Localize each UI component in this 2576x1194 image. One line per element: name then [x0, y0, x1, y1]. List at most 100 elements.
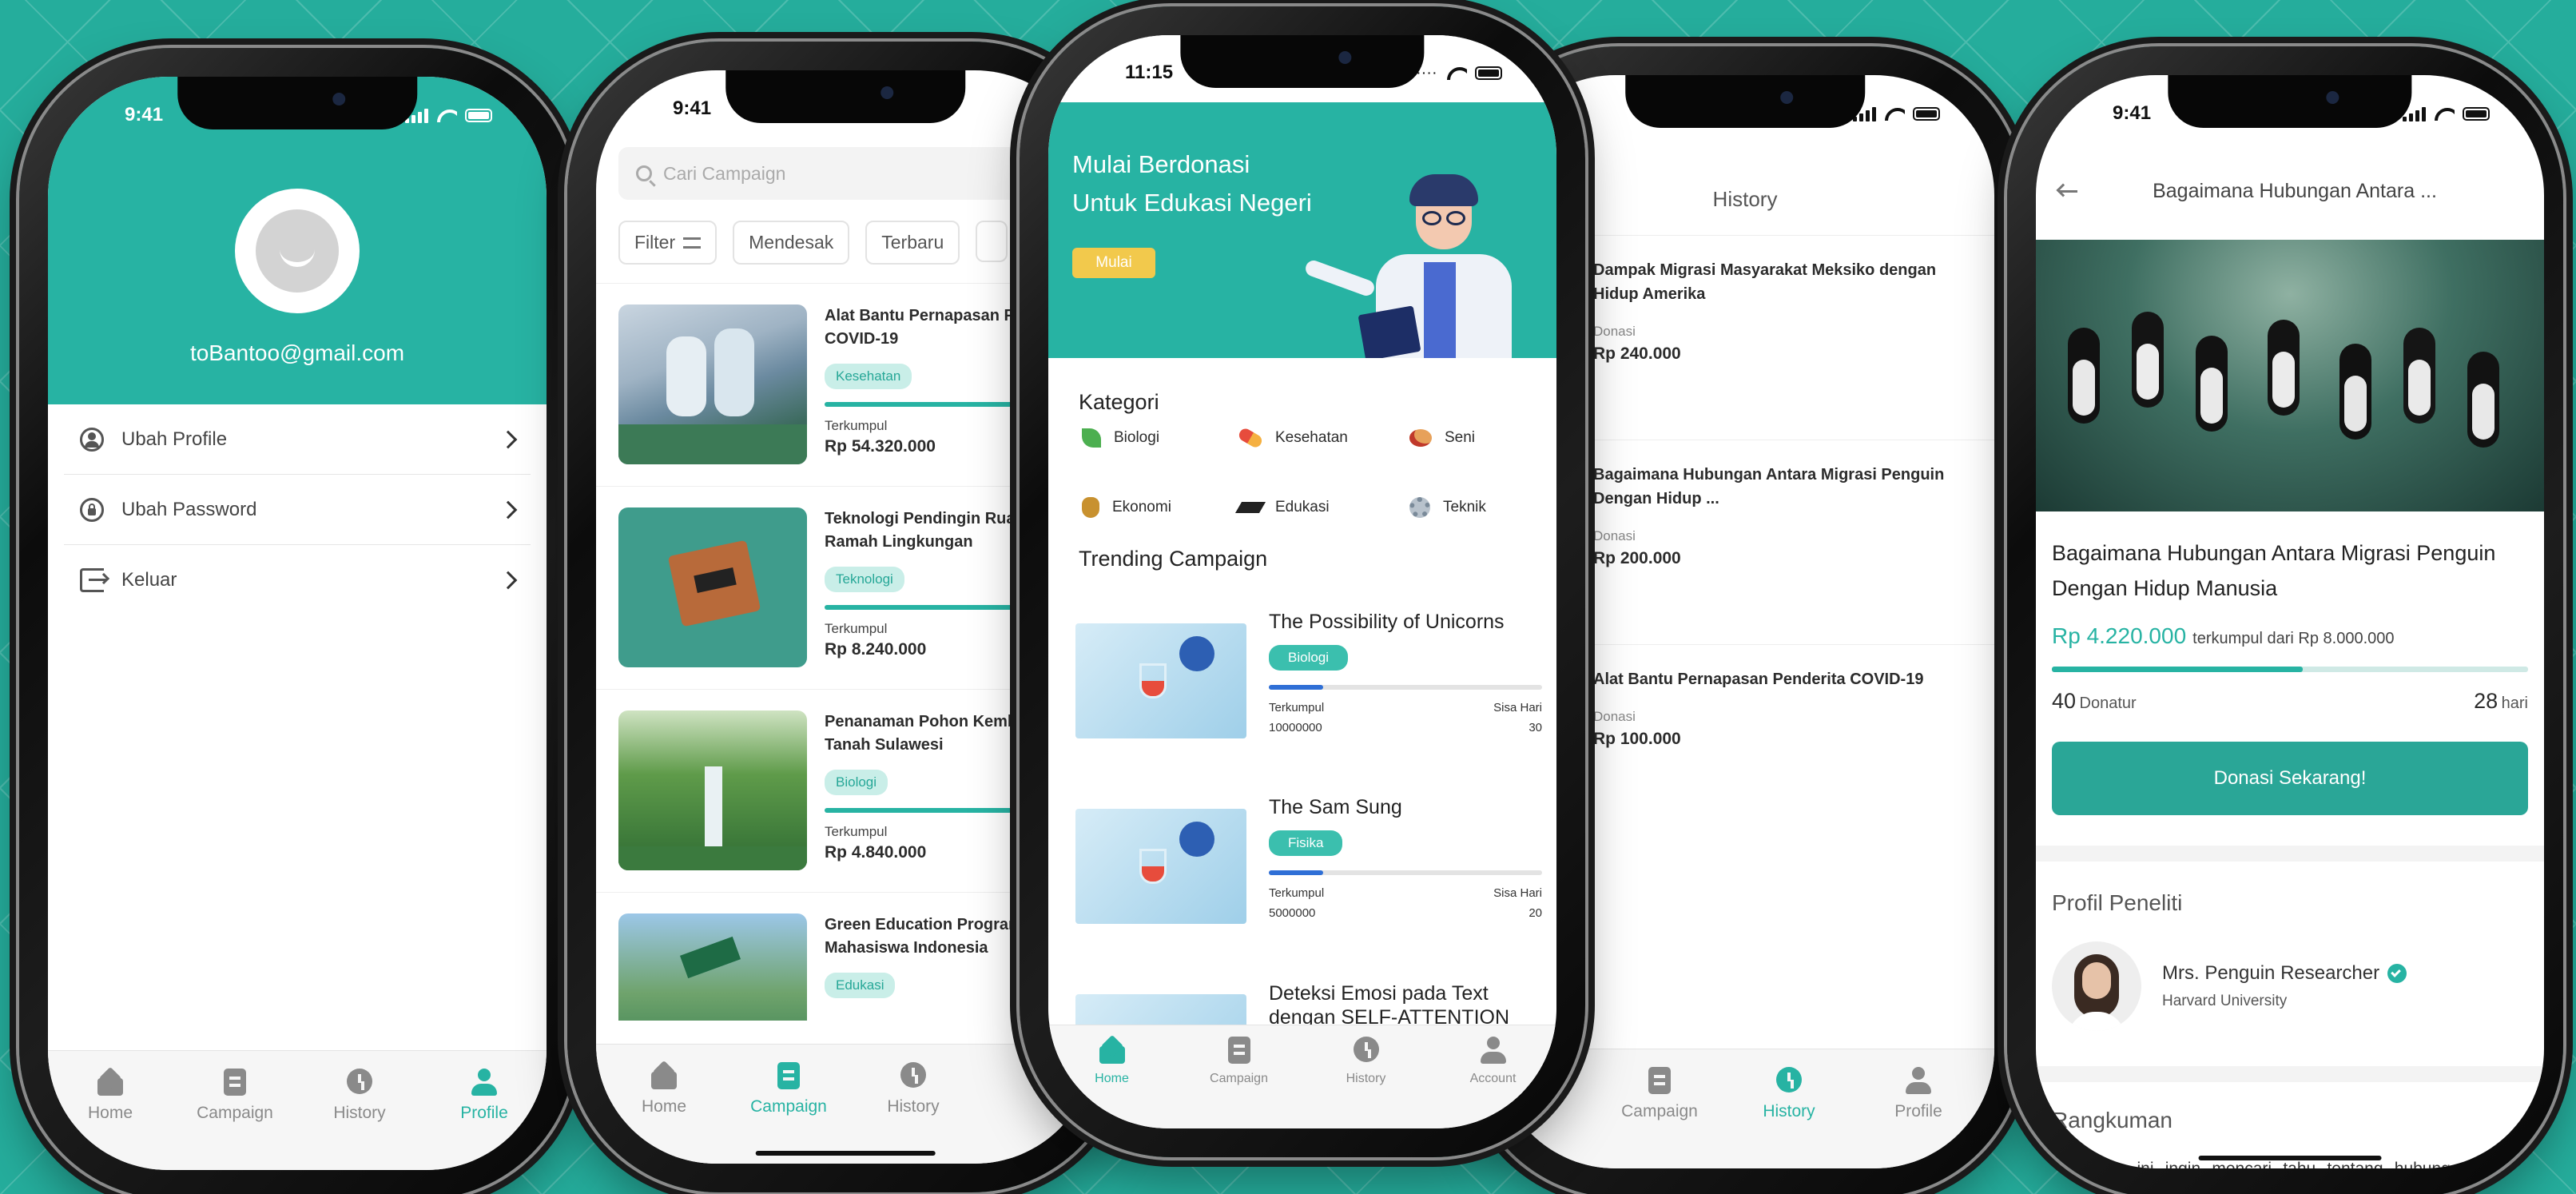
amount-row: Rp 4.220.000 terkumpul dari Rp 8.000.000	[2052, 623, 2528, 649]
collected-label: Terkumpul	[1269, 701, 1325, 714]
category-grid: Biologi Kesehatan Seni Ekonomi Edukasi T…	[1082, 426, 1548, 518]
profile-icon	[1903, 1067, 1934, 1094]
category-label: Teknik	[1443, 499, 1486, 515]
progress-bar	[1269, 870, 1542, 875]
scientist-illustration	[1303, 174, 1552, 358]
home-icon	[649, 1062, 679, 1089]
avatar[interactable]	[235, 189, 360, 313]
filter-chip-more[interactable]	[976, 221, 1008, 262]
tab-campaign[interactable]: Campaign	[1179, 1037, 1299, 1128]
graduation-cap-icon	[1234, 502, 1266, 513]
user-circle-icon	[80, 427, 104, 452]
tab-label: Profile	[1894, 1102, 1942, 1120]
back-arrow-icon[interactable]	[2056, 183, 2077, 197]
researcher-org: Harvard University	[2162, 993, 2288, 1009]
status-time: 9:41	[673, 98, 712, 119]
tab-bar: Home Campaign History	[596, 1044, 1095, 1164]
researcher-card[interactable]: Mrs. Penguin Researcher Harvard Universi…	[2052, 941, 2528, 1031]
filter-chip-mendesak[interactable]: Mendesak	[733, 221, 850, 265]
category-seni[interactable]: Seni	[1409, 428, 1553, 448]
filter-button[interactable]: Filter	[618, 221, 718, 265]
notch	[725, 70, 965, 123]
wifi-icon	[1884, 106, 1905, 121]
donatur-count: 40	[2052, 689, 2077, 713]
profile-icon	[469, 1069, 499, 1096]
pill-icon	[1237, 426, 1264, 450]
menu-item-keluar[interactable]: Keluar	[64, 545, 531, 615]
account-icon	[1478, 1037, 1509, 1064]
tab-campaign[interactable]: Campaign	[1600, 1067, 1719, 1168]
hero-title-line2: Untuk Edukasi Negeri	[1072, 189, 1312, 217]
tab-account[interactable]: Account	[1433, 1037, 1553, 1128]
campaign-icon	[1644, 1067, 1675, 1094]
category-tag: Teknologi	[825, 567, 904, 592]
category-kesehatan[interactable]: Kesehatan	[1237, 426, 1409, 450]
history-item-title: Alat Bantu Pernapasan Penderita COVID-19	[1593, 671, 1924, 688]
category-tag: Edukasi	[825, 973, 896, 998]
category-tag: Biologi	[825, 770, 888, 795]
category-label: Kesehatan	[1275, 429, 1348, 446]
tab-label: Campaign	[1621, 1102, 1698, 1120]
tab-home[interactable]: Home	[50, 1069, 170, 1170]
profile-menu: Ubah Profile Ubah Password Keluar	[48, 404, 547, 615]
tab-label: Campaign	[197, 1104, 273, 1122]
menu-item-label: Ubah Password	[121, 498, 257, 520]
phone-profile: 9:41 toBantoo@gmail.com Ubah Profile Uba…	[19, 48, 575, 1194]
home-screen: 11:15 ···· Mulai Berdonasi Untuk Edukasi…	[1048, 35, 1556, 1128]
tab-home[interactable]: Home	[1052, 1037, 1172, 1128]
donate-now-button[interactable]: Donasi Sekarang!	[2052, 742, 2528, 815]
detail-hero-image-penguins	[2036, 240, 2544, 511]
tab-history[interactable]: History	[1729, 1067, 1849, 1168]
trending-card[interactable]: The Possibility of Unicorns Biologi Terk…	[1075, 611, 1542, 796]
tab-profile[interactable]: Profile	[424, 1069, 544, 1170]
collected-amount: Rp 4.220.000	[2052, 623, 2187, 648]
tab-history[interactable]: History	[1306, 1037, 1426, 1128]
trending-title-text: Deteksi Emosi pada Text dengan SELF-ATTE…	[1269, 982, 1510, 1029]
tab-campaign[interactable]: Campaign	[729, 1062, 849, 1164]
clock-icon	[1351, 1037, 1381, 1064]
menu-item-ubah-profile[interactable]: Ubah Profile	[64, 404, 531, 475]
tab-profile[interactable]: Profile	[1858, 1067, 1978, 1168]
category-label: Ekonomi	[1112, 499, 1171, 515]
status-time: 11:15	[1125, 62, 1174, 83]
trending-list: The Possibility of Unicorns Biologi Terk…	[1075, 611, 1542, 1077]
tab-label: Home	[641, 1097, 687, 1116]
campaign-image-graduation	[618, 913, 807, 1021]
chevron-right-icon	[499, 430, 518, 448]
category-label: Seni	[1445, 429, 1476, 446]
filter-label: Filter	[634, 232, 676, 253]
filter-chip-terbaru[interactable]: Terbaru	[865, 221, 960, 265]
hero-title-line1: Mulai Berdonasi	[1072, 150, 1250, 178]
notch	[1180, 35, 1425, 88]
campaign-icon	[220, 1069, 250, 1096]
campaign-image-waterfall	[618, 710, 807, 870]
category-teknik[interactable]: Teknik	[1409, 497, 1553, 518]
home-icon	[95, 1069, 125, 1096]
profile-email: toBantoo@gmail.com	[189, 340, 405, 365]
days-left-value: 20	[1529, 906, 1542, 920]
status-time: 9:41	[125, 104, 164, 125]
donation-label: Donasi	[1593, 709, 1636, 724]
category-biologi[interactable]: Biologi	[1082, 428, 1238, 448]
palette-icon	[1409, 429, 1432, 447]
trending-card[interactable]: The Sam Sung Fisika Terkumpul Sisa Hari 5…	[1075, 796, 1542, 981]
notch	[177, 77, 417, 129]
category-ekonomi[interactable]: Ekonomi	[1082, 497, 1238, 518]
gear-icon	[1409, 497, 1430, 518]
tab-label: Campaign	[1210, 1072, 1268, 1085]
tab-history[interactable]: History	[853, 1062, 973, 1164]
tab-history[interactable]: History	[300, 1069, 419, 1170]
section-divider	[2036, 1066, 2544, 1082]
category-tag: Biologi	[1269, 645, 1349, 671]
phone-detail: 9:41 Bagaimana Hubungan Antara ... Bagai…	[2007, 46, 2563, 1194]
tab-campaign[interactable]: Campaign	[175, 1069, 295, 1170]
money-bag-icon	[1082, 497, 1099, 518]
filter-row: Filter Mendesak Terbaru	[618, 221, 1008, 265]
tab-bar: Home Campaign History Account	[1048, 1025, 1556, 1128]
kategori-title: Kategori	[1079, 390, 1159, 414]
menu-item-ubah-password[interactable]: Ubah Password	[64, 475, 531, 545]
category-edukasi[interactable]: Edukasi	[1234, 497, 1409, 518]
tab-home[interactable]: Home	[604, 1062, 724, 1164]
mulai-button[interactable]: Mulai	[1072, 248, 1155, 278]
battery-icon	[2463, 106, 2490, 121]
